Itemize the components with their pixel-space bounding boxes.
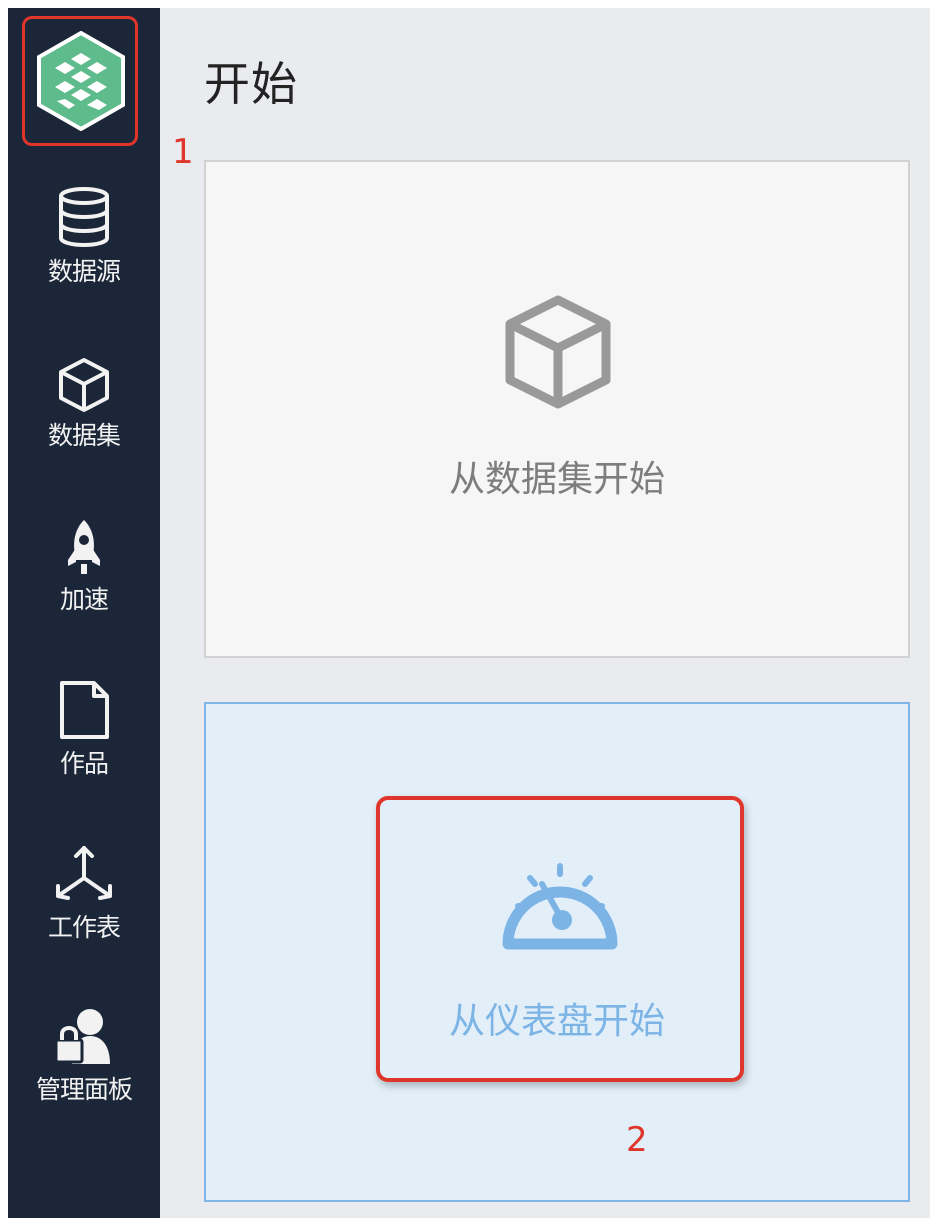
annotation-number: 2 xyxy=(626,1120,648,1160)
sidebar-item-datasource[interactable]: 数据源 xyxy=(8,186,160,288)
sidebar-item-label: 数据集 xyxy=(47,421,121,450)
cube-icon xyxy=(505,295,611,409)
annotation-number: 1 xyxy=(172,132,194,172)
sidebar: 数据源 数据集 加速 作品 工作表 管理面板 xyxy=(8,8,160,1218)
sidebar-item-label: 作品 xyxy=(59,749,109,778)
sidebar-item-label: 数据源 xyxy=(47,257,121,286)
axis-icon xyxy=(56,846,112,900)
page-title: 开始 xyxy=(204,57,298,111)
document-icon xyxy=(60,681,109,739)
rocket-icon xyxy=(68,520,100,574)
user-lock-icon xyxy=(54,1009,110,1064)
sidebar-item-worksheet[interactable]: 工作表 xyxy=(8,844,160,944)
sidebar-item-label: 管理面板 xyxy=(35,1075,133,1104)
gauge-icon xyxy=(502,863,618,950)
sidebar-item-dataset[interactable]: 数据集 xyxy=(8,356,160,452)
sidebar-item-admin-panel[interactable]: 管理面板 xyxy=(8,1006,160,1106)
sidebar-item-label: 工作表 xyxy=(47,913,121,942)
sidebar-item-accelerate[interactable]: 加速 xyxy=(8,518,160,616)
sidebar-item-label: 加速 xyxy=(59,585,109,614)
card-label: 从仪表盘开始 xyxy=(448,1001,665,1042)
logo-highlight-box xyxy=(22,16,138,146)
start-from-dashboard-card[interactable]: 从仪表盘开始 2 xyxy=(204,702,910,1202)
card-label: 从数据集开始 xyxy=(448,459,665,500)
start-from-dataset-card[interactable]: 从数据集开始 xyxy=(204,160,910,658)
cube-icon xyxy=(59,358,109,412)
sidebar-item-works[interactable]: 作品 xyxy=(8,680,160,780)
database-icon xyxy=(59,187,109,248)
app-logo-icon[interactable] xyxy=(35,31,127,131)
main-content: 开始 1 从数据集开始 从仪表盘开始 2 xyxy=(160,8,930,1218)
